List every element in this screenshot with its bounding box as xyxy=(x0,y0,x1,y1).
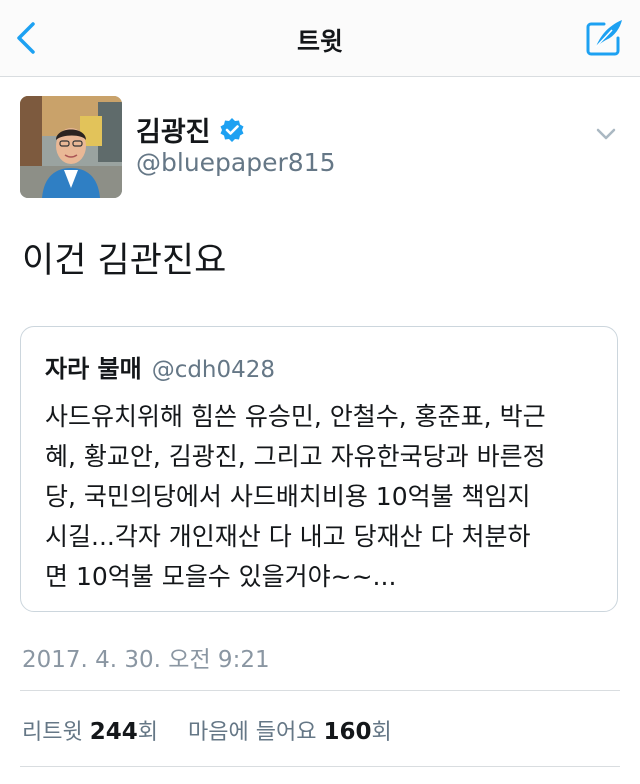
quoted-author-handle: @cdh0428 xyxy=(151,357,276,383)
quoted-text-line: 당, 국민의당에서 사드배치비용 10억불 책임지 xyxy=(45,482,531,511)
quoted-text-line: 시길...각자 개인재산 다 내고 당재산 다 처분하 xyxy=(45,522,531,551)
quoted-text-line: 사드유치위해 힘쓴 유승민, 안철수, 홍준표, 박근 xyxy=(45,402,546,431)
tweet-text: 이건 김관진요 xyxy=(22,241,227,281)
quoted-author-name: 자라 불매 xyxy=(45,355,142,383)
compose-feather-icon xyxy=(586,20,622,56)
avatar-photo xyxy=(20,96,122,198)
quoted-text-line: 혜, 황교안, 김광진, 그리고 자유한국당과 바른정 xyxy=(45,442,546,471)
retweets-stat[interactable]: 리트윗 244회 xyxy=(22,719,165,745)
likes-count: 160 xyxy=(323,719,372,745)
author-handle[interactable]: @bluepaper815 xyxy=(136,148,335,177)
page-title: 트윗 xyxy=(296,27,343,56)
divider xyxy=(20,690,620,691)
quoted-tweet-text: 사드유치위해 힘쓴 유승민, 안철수, 홍준표, 박근 혜, 황교안, 김광진,… xyxy=(45,397,605,597)
author-display-name[interactable]: 김광진 xyxy=(136,110,211,149)
likes-stat[interactable]: 마음에 들어요 160회 xyxy=(188,719,392,745)
retweets-label: 리트윗 xyxy=(22,720,83,745)
avatar[interactable] xyxy=(20,96,122,198)
quoted-text-line: 면 10억불 모을수 있을거야~~... xyxy=(45,562,397,591)
divider xyxy=(20,766,620,767)
tweet-author: 김광진 @bluepaper815 xyxy=(20,96,620,200)
tweet-stats: 리트윗 244회 마음에 들어요 160회 xyxy=(22,714,392,746)
navigation-bar: 트윗 xyxy=(0,0,640,77)
retweets-count: 244 xyxy=(89,719,138,745)
likes-label: 마음에 들어요 xyxy=(188,720,317,745)
chevron-down-icon[interactable] xyxy=(592,120,620,148)
retweets-suffix: 회 xyxy=(137,720,158,745)
verified-badge-icon xyxy=(220,117,244,142)
compose-button[interactable] xyxy=(582,14,628,60)
tweet-timestamp: 2017. 4. 30. 오전 9:21 xyxy=(22,647,270,673)
quoted-tweet-card[interactable]: 자라 불매 @cdh0428 사드유치위해 힘쓴 유승민, 안철수, 홍준표, … xyxy=(20,326,618,612)
likes-suffix: 회 xyxy=(371,720,392,745)
